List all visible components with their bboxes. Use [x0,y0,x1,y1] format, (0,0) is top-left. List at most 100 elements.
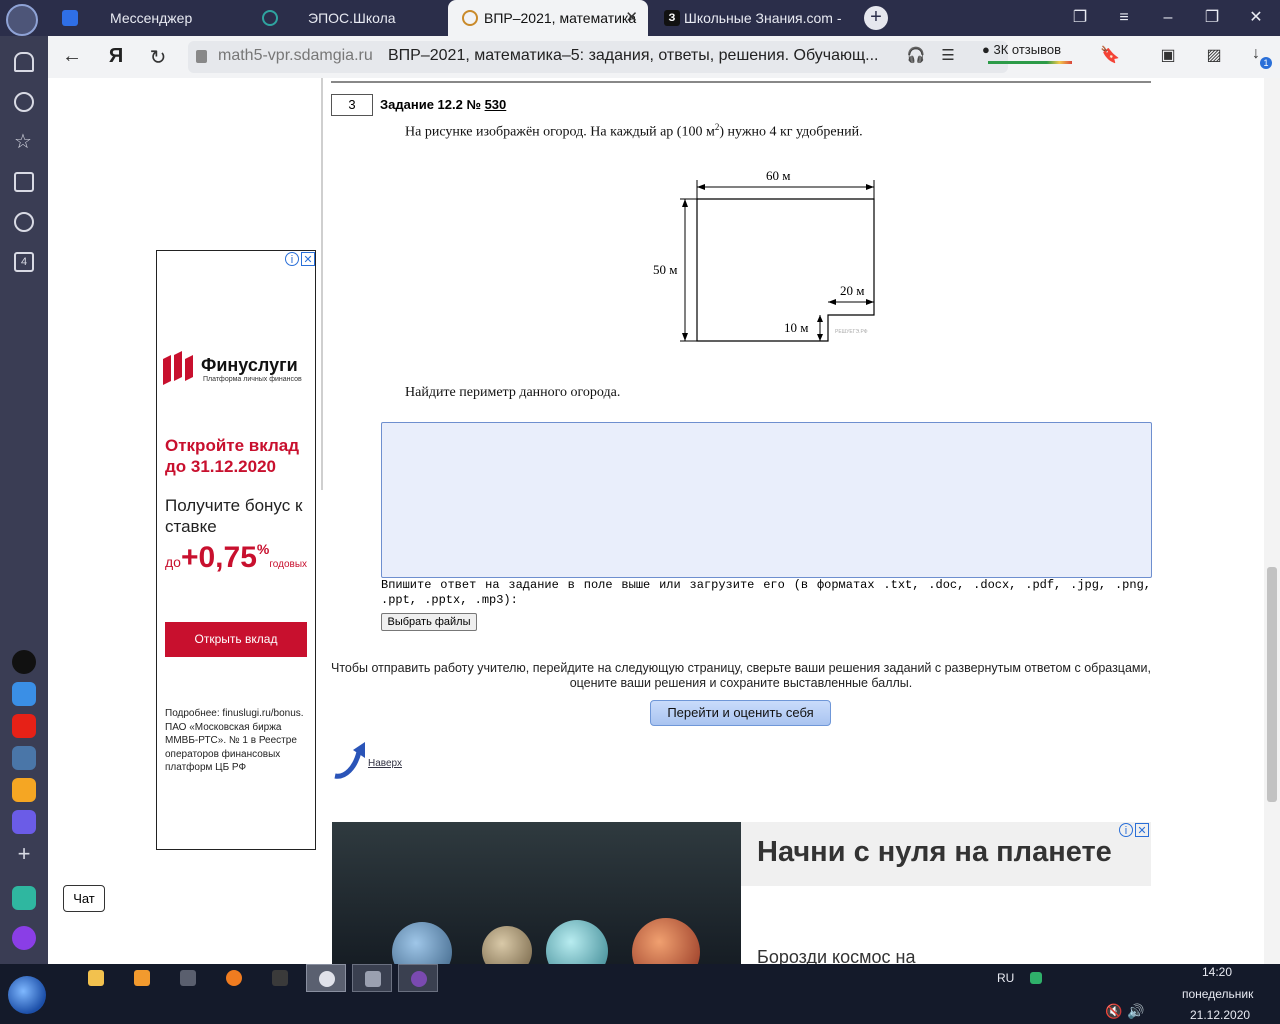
collections-icon[interactable]: ▣ [1156,45,1180,65]
bottom-ad-sub: Борозди космос на [757,947,916,964]
task-link[interactable]: 530 [485,97,507,112]
back-to-top-link[interactable]: Наверх [368,758,402,769]
taskbar-app[interactable] [352,964,392,992]
answer-hint: Впишите ответ на задание в поле выше или… [381,578,1151,607]
reload-icon[interactable]: ↻ [146,45,170,70]
alice-station-icon[interactable] [12,650,36,674]
history-icon[interactable] [14,92,34,112]
tab-znania[interactable]: З Школьные Знания.com - [650,0,850,36]
send-instructions: Чтобы отправить работу учителю, перейдит… [331,661,1151,690]
ad-info-icon[interactable]: i [1119,823,1133,837]
chat-button[interactable]: Чат [63,885,105,912]
url-field[interactable]: math5-vpr.sdamgia.ru ВПР–2021, математик… [188,41,1008,73]
close-tab-icon[interactable]: ✕ [625,0,638,36]
taskbar-wot[interactable] [168,964,208,992]
game-icon [411,971,427,987]
browser-sidebar: ☆ 4 + [0,36,48,964]
tab-vpr[interactable]: ВПР–2021, математика ✕ [448,0,648,36]
taskbar-yandex[interactable] [306,964,346,992]
new-tab-button[interactable]: + [864,6,888,30]
task-title: Задание 12.2 № 530 [380,97,506,112]
messenger-app-icon[interactable] [12,810,36,834]
left-ad-banner[interactable]: i ✕ Финуслуги Платформа личных финансов … [156,250,316,850]
messenger-icon [62,10,78,26]
taskbar-epic[interactable] [260,964,300,992]
reader-icon[interactable]: ☰ [936,46,960,64]
send-icon[interactable] [12,886,36,910]
market-icon[interactable] [12,682,36,706]
ad-open-deposit-button[interactable]: Открыть вклад [165,622,307,657]
mail-icon[interactable] [12,778,36,802]
tab-label: Мессенджер [110,10,193,26]
add-app-icon[interactable]: + [12,842,36,866]
bookmark-icon[interactable]: 🔖 [1098,45,1122,65]
label-50m: 50 м [653,262,677,277]
video-icon[interactable] [14,212,34,232]
collections-icon[interactable] [14,172,34,192]
image-extension-icon[interactable]: ▨ [1202,45,1226,65]
ad-info-icon[interactable]: i [285,252,299,266]
go-evaluate-button[interactable]: Перейти и оценить себя [650,700,831,726]
ad-brand-sub: Платформа личных финансов [203,376,302,383]
rate-value: +0,75 [180,541,257,574]
bottom-ad-headline: Начни с нуля на планете [757,836,1112,868]
back-icon[interactable]: ← [60,45,84,68]
scrollbar[interactable] [1264,78,1280,964]
tab-label: ЭПОС.Школа [308,10,396,26]
ad-sub: Получите бонус к ставке [165,496,303,536]
answer-textarea[interactable] [381,422,1152,578]
scrollbar-thumb[interactable] [1267,567,1277,802]
ad-brand: Финуслуги [201,355,298,375]
task-text-b: ) нужно 4 кг удобрений. [719,124,863,140]
content-divider [321,78,323,490]
headphones-icon[interactable]: 🎧 [904,46,928,64]
tab-epos[interactable]: ЭПОС.Школа [248,0,446,36]
planet-icon [482,926,532,964]
youtube-icon[interactable] [12,714,36,738]
bottom-ad-banner[interactable]: Начни с нуля на планете Борозди космос н… [332,822,1151,964]
favorites-icon[interactable]: ☆ [14,132,34,152]
menu-icon[interactable]: ≡ [1104,0,1144,36]
taskbar-explorer[interactable] [76,964,116,992]
taskbar-media[interactable] [122,964,162,992]
rate-percent: % [256,541,270,557]
yandex-browser-icon [319,971,335,987]
volume-icon[interactable]: 🔊 [1127,1003,1144,1020]
alice-icon[interactable] [12,926,36,950]
language-indicator[interactable]: RU [997,971,1014,985]
ad-close-icon[interactable]: ✕ [1135,823,1149,837]
clock-day[interactable]: понедельник [1182,987,1253,1001]
close-window-icon[interactable]: ✕ [1236,0,1276,36]
task-question: Найдите периметр данного огорода. [405,385,621,400]
clock-time[interactable]: 14:20 [1202,965,1232,979]
finuslugi-logo [163,351,195,385]
sound-muted-icon[interactable]: 🔇 [1105,1003,1122,1020]
planet-icon [392,922,452,964]
start-button[interactable] [8,976,46,1014]
profile-avatar[interactable] [6,4,38,36]
choose-files-button[interactable]: Выбрать файлы [381,613,477,631]
yandex-icon[interactable]: Я [104,45,128,68]
reviews-button[interactable]: ● 3К отзывов [982,42,1061,57]
ad-close-icon[interactable]: ✕ [301,252,315,266]
restore-icon[interactable]: ❐ [1192,0,1232,36]
security-tray-icon[interactable] [1030,972,1042,984]
notifications-icon[interactable] [14,52,34,72]
taskbar-avast[interactable] [214,964,254,992]
ad-rate: до+0,75% годовых [165,541,307,575]
znania-icon: З [664,10,680,26]
vk-icon[interactable] [12,746,36,770]
tab-messenger[interactable]: Мессенджер [48,0,246,36]
rate-suffix: годовых [269,559,308,570]
reviews-rating-bar [988,61,1072,64]
planet-icon [546,920,608,964]
clock-date[interactable]: 21.12.2020 [1190,1008,1250,1022]
minimize-icon[interactable]: – [1148,0,1188,36]
tabs-count-icon[interactable]: 4 [14,252,34,272]
page-title-in-url: ВПР–2021, математика–5: задания, ответы,… [388,47,879,64]
taskbar-game[interactable] [398,964,438,992]
label-10m: 10 м [784,320,808,335]
bookmarks-tabs-icon[interactable]: ❐ [1060,0,1100,36]
task-number: 3 [331,94,373,116]
up-arrow-icon[interactable] [331,738,369,782]
